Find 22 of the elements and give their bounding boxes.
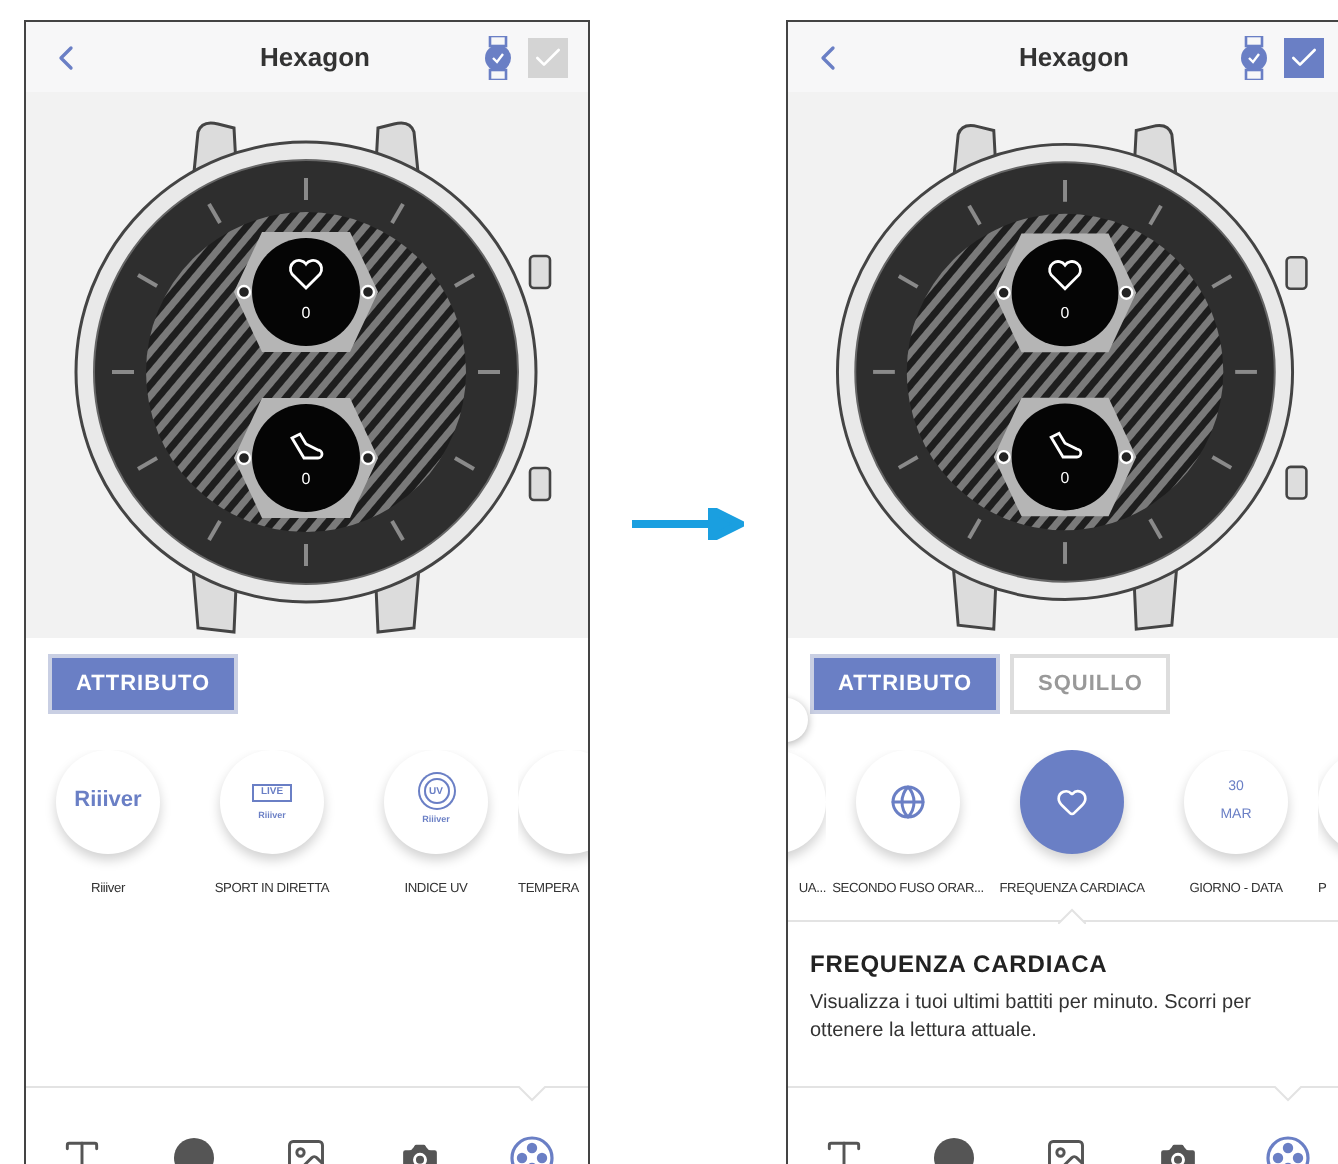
watch-icon[interactable]: [1240, 35, 1268, 79]
globe-icon: [890, 784, 926, 820]
attribute-option[interactable]: [856, 750, 960, 854]
logo-text: Riiiver: [74, 788, 142, 816]
heart-icon: [1056, 786, 1088, 818]
complication-widget: 0: [234, 232, 378, 352]
arrow-icon: [632, 508, 744, 540]
tab[interactable]: ATTRIBUTO: [810, 654, 1001, 714]
tab[interactable]: SQUILLO: [1010, 654, 1171, 714]
confirm-checkbox[interactable]: [528, 37, 568, 77]
screen-title: Hexagon: [258, 42, 372, 72]
detail-description: Visualizza i tuoi ultimi battiti per minuto. Scorri per ottenere la lettura attuale.: [810, 990, 1253, 1044]
detail-title: FREQUENZA CARDIACA: [810, 950, 1110, 978]
watch-icon[interactable]: [484, 35, 512, 79]
complication-widget: 0: [993, 397, 1137, 517]
complication-widget: 0: [234, 398, 378, 518]
attribute-option[interactable]: Riiiver: [56, 750, 160, 854]
screen-title: Hexagon: [1017, 42, 1131, 72]
attribute-option[interactable]: [1020, 750, 1124, 854]
tab[interactable]: ATTRIBUTO: [48, 654, 239, 714]
confirm-checkbox[interactable]: [1284, 37, 1324, 77]
complication-widget: 0: [993, 233, 1137, 353]
